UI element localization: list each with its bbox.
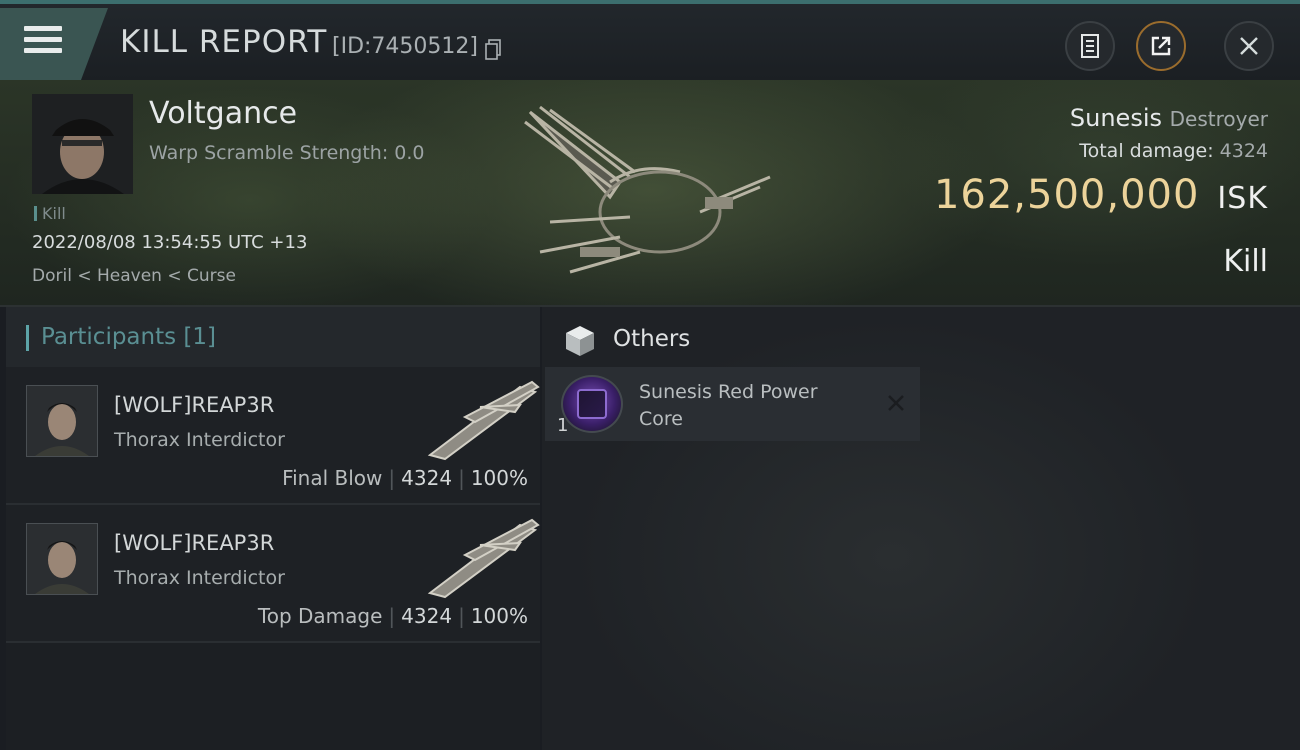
item-card[interactable]: 1 Sunesis Red Power Core (545, 367, 920, 441)
kill-location[interactable]: Doril < Heaven < Curse (32, 266, 236, 286)
participant-damage: 4324 (401, 466, 453, 490)
title-bar: KILL REPORT [ID:7450512] (0, 0, 1300, 80)
pilot-portrait-icon (27, 386, 97, 456)
participants-panel: Participants [1] [WOLF]REAP3R Thorax Int… (6, 307, 540, 750)
participant-avatar[interactable] (26, 385, 98, 457)
item-name: Sunesis Red Power Core (639, 381, 818, 430)
participant-ship: Thorax Interdictor (114, 429, 285, 451)
cargo-box-icon (566, 326, 594, 356)
close-button[interactable] (1224, 21, 1274, 71)
item-quantity: 1 (557, 415, 569, 436)
report-id: [ID:7450512] (332, 34, 478, 59)
pilot-portrait-icon (32, 94, 133, 194)
kill-outcome: Kill (1223, 244, 1268, 279)
page-title: KILL REPORT (120, 24, 328, 60)
participant-avatar[interactable] (26, 523, 98, 595)
clipboard-icon (1081, 34, 1099, 58)
victim-ship-image (524, 105, 771, 274)
participant-percent: 100% (470, 604, 528, 628)
copy-icon[interactable] (484, 38, 502, 60)
destroyed-x-icon (888, 395, 904, 411)
participant-row[interactable]: [WOLF]REAP3R Thorax Interdictor Top Dama… (6, 505, 540, 643)
others-label: Others (613, 326, 691, 352)
share-icon (1151, 36, 1171, 56)
share-button[interactable] (1136, 21, 1186, 71)
victim-ship[interactable]: Sunesis Destroyer (1070, 104, 1268, 132)
kill-datetime: 2022/08/08 13:54:55 UTC +13 (32, 232, 308, 253)
participant-ship-image (427, 380, 540, 461)
participant-name[interactable]: [WOLF]REAP3R (114, 393, 274, 417)
participant-role: Top Damage (257, 604, 383, 628)
hamburger-menu-icon[interactable] (24, 26, 64, 60)
victim-panel: Voltgance Warp Scramble Strength: 0.0 Ki… (0, 80, 1300, 307)
clipboard-button[interactable] (1065, 21, 1115, 71)
close-icon (1240, 37, 1258, 55)
participant-stats: Top Damage | 4324 | 100% (257, 604, 528, 628)
participant-ship: Thorax Interdictor (114, 567, 285, 589)
isk-value: 162,500,000 ISK (933, 172, 1268, 218)
victim-name[interactable]: Voltgance (149, 96, 297, 131)
participant-damage: 4324 (401, 604, 453, 628)
participant-ship-image (427, 518, 540, 599)
total-damage: Total damage: 4324 (1079, 140, 1268, 162)
pilot-portrait-icon (27, 524, 97, 594)
participant-name[interactable]: [WOLF]REAP3R (114, 531, 274, 555)
power-core-icon (561, 375, 623, 433)
participant-percent: 100% (470, 466, 528, 490)
participant-stats: Final Blow | 4324 | 100% (282, 466, 528, 490)
participant-role: Final Blow (282, 466, 383, 490)
participants-label: Participants [1] (41, 324, 216, 350)
victim-portrait[interactable] (32, 94, 133, 194)
warp-scramble-strength: Warp Scramble Strength: 0.0 (149, 142, 425, 164)
participants-header[interactable]: Participants [1] (6, 307, 540, 367)
kill-tag: Kill (34, 204, 66, 223)
participant-row[interactable]: [WOLF]REAP3R Thorax Interdictor Final Bl… (6, 367, 540, 505)
